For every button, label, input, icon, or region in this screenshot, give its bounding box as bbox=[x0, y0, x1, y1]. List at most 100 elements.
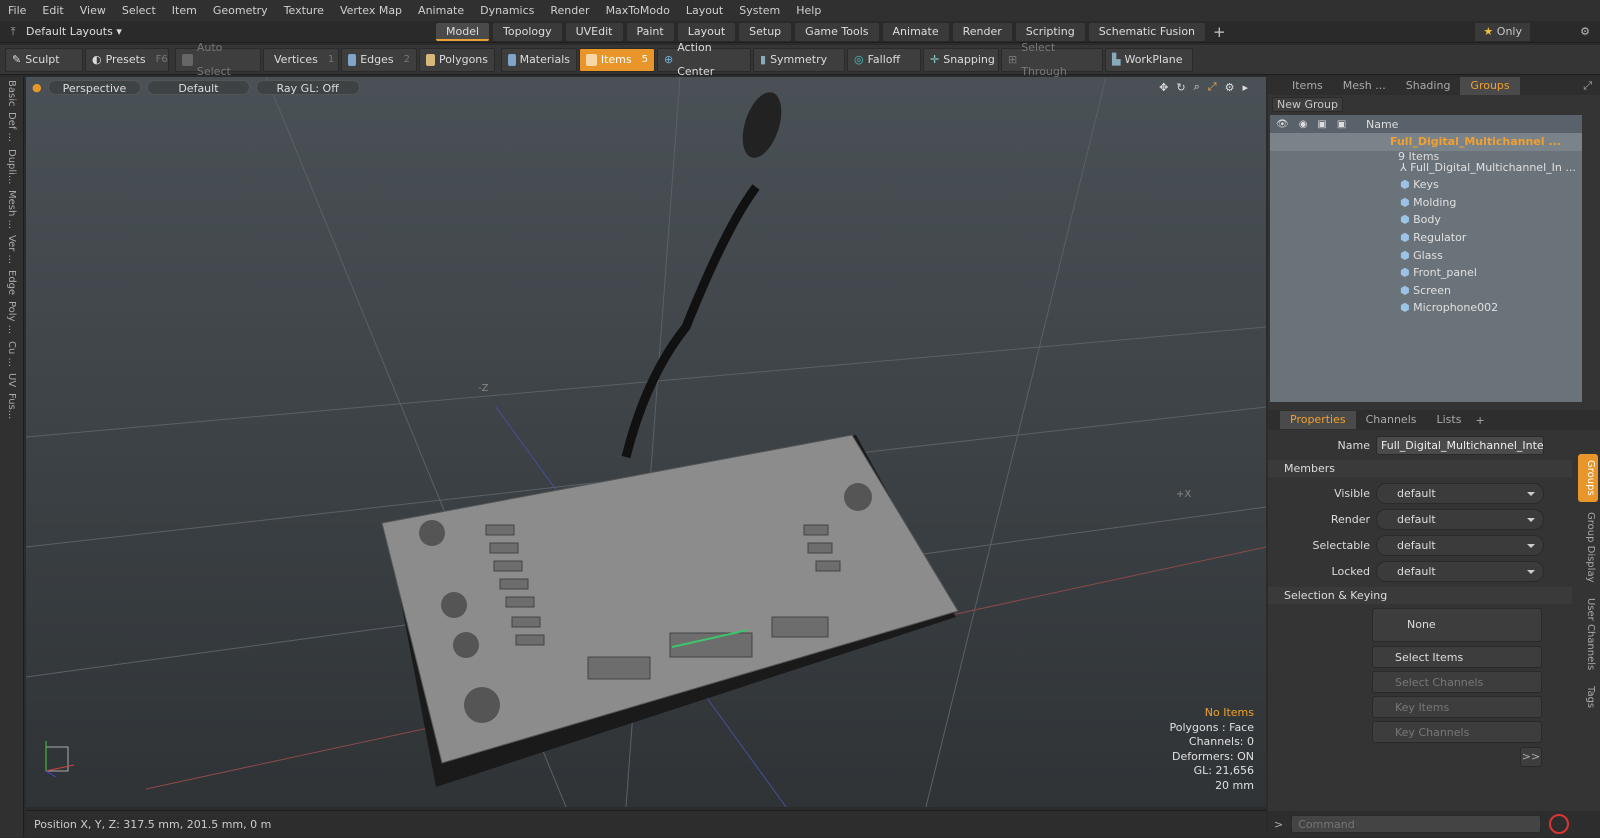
tab-game-tools[interactable]: Game Tools bbox=[795, 22, 879, 41]
selection-keying-section[interactable]: Selection & Keying bbox=[1268, 587, 1572, 604]
tab-animate[interactable]: Animate bbox=[882, 22, 949, 41]
command-input[interactable] bbox=[1291, 815, 1542, 833]
render-dropdown[interactable]: default bbox=[1376, 508, 1544, 530]
tab-model[interactable]: Model bbox=[436, 22, 490, 41]
shading-button[interactable]: Default bbox=[147, 79, 250, 95]
select-items-button[interactable]: Select Items bbox=[1372, 646, 1542, 668]
tab-uvedit[interactable]: UVEdit bbox=[565, 22, 623, 41]
name-field[interactable]: Full_Digital_Multichannel_Interpre bbox=[1376, 435, 1544, 455]
action-center-button[interactable]: ⊕ Action Center bbox=[657, 41, 751, 78]
rotate-icon[interactable]: ↻ bbox=[1176, 81, 1185, 94]
tab-uv[interactable]: UV bbox=[6, 370, 17, 390]
sculpt-button[interactable]: ✎ Sculpt bbox=[5, 47, 83, 72]
tab-properties[interactable]: Properties bbox=[1280, 411, 1356, 429]
tab-mesh[interactable]: Mesh ... bbox=[1333, 77, 1396, 95]
tree-item[interactable]: ⬢ Body bbox=[1270, 211, 1582, 229]
menu-maxtomodo[interactable]: MaxToModo bbox=[598, 0, 678, 21]
vertices-button[interactable]: Vertices 1 bbox=[263, 47, 339, 72]
tab-mesh[interactable]: Mesh ... bbox=[6, 187, 17, 232]
side-tab-user-channels[interactable]: User Channels bbox=[1578, 592, 1598, 676]
select-through-button[interactable]: ⊞ Select Through bbox=[1001, 41, 1103, 78]
tree-item[interactable]: ⬢ Microphone002 bbox=[1270, 299, 1582, 317]
workplane-button[interactable]: ▙ WorkPlane bbox=[1105, 47, 1193, 72]
tab-vertex[interactable]: Ver ... bbox=[6, 232, 17, 267]
tab-topology[interactable]: Topology bbox=[493, 22, 562, 41]
tab-lists[interactable]: Lists bbox=[1427, 411, 1472, 429]
group-row[interactable]: Full_Digital_Multichannel ... 9 Items bbox=[1270, 133, 1582, 162]
visible-dropdown[interactable]: default bbox=[1376, 482, 1544, 504]
side-tab-tags[interactable]: Tags bbox=[1578, 680, 1598, 714]
falloff-button[interactable]: ◎ Falloff bbox=[847, 47, 921, 72]
tab-duplicate[interactable]: Dupli... bbox=[6, 146, 17, 187]
menu-help[interactable]: Help bbox=[788, 0, 829, 21]
more-button[interactable]: >> bbox=[1520, 747, 1542, 767]
materials-button[interactable]: Materials bbox=[501, 47, 577, 72]
menu-vertex-map[interactable]: Vertex Map bbox=[332, 0, 410, 21]
tree-item[interactable]: ⬢ Glass bbox=[1270, 247, 1582, 265]
record-icon[interactable] bbox=[1549, 814, 1570, 834]
tab-schematic-fusion[interactable]: Schematic Fusion bbox=[1088, 22, 1206, 41]
name-column-header[interactable]: Name bbox=[1366, 118, 1398, 131]
tab-shading[interactable]: Shading bbox=[1396, 77, 1461, 95]
tab-edge[interactable]: Edge bbox=[6, 267, 17, 298]
tab-render[interactable]: Render bbox=[952, 22, 1012, 41]
view-type-button[interactable]: Perspective bbox=[47, 79, 142, 95]
key-channels-button[interactable]: Key Channels bbox=[1372, 721, 1542, 743]
edges-button[interactable]: Edges 2 bbox=[341, 47, 417, 72]
maximize-icon[interactable]: ⤢ bbox=[1208, 80, 1217, 94]
tree-item[interactable]: ⬢ Regulator bbox=[1270, 229, 1582, 247]
tab-groups[interactable]: Groups bbox=[1460, 77, 1520, 95]
pan-icon[interactable]: ✥ bbox=[1159, 81, 1168, 94]
raygl-button[interactable]: Ray GL: Off bbox=[255, 79, 360, 95]
viewport-gear-icon[interactable]: ⚙ bbox=[1225, 81, 1235, 94]
presets-button[interactable]: ◐ Presets F6 bbox=[85, 47, 169, 72]
3d-viewport[interactable]: -Z +X ● Perspective Default Ray GL: Off … bbox=[26, 77, 1266, 807]
zoom-icon[interactable]: ⌕ bbox=[1194, 80, 1200, 94]
add-tab-icon[interactable]: + bbox=[1475, 414, 1484, 427]
collapse-icon[interactable]: ⤒ bbox=[0, 25, 26, 39]
tree-item[interactable]: ⬢ Molding bbox=[1270, 194, 1582, 212]
selectable-dropdown[interactable]: default bbox=[1376, 534, 1544, 556]
snapping-button[interactable]: ✛ Snapping bbox=[923, 47, 999, 72]
tree-item[interactable]: ⬢ Front_panel bbox=[1270, 264, 1582, 282]
menu-animate[interactable]: Animate bbox=[410, 0, 472, 21]
tree-item[interactable]: ⅄ Full_Digital_Multichannel_In ... bbox=[1270, 159, 1582, 177]
tab-curve[interactable]: Cu ... bbox=[6, 338, 17, 370]
items-button[interactable]: Items 5 bbox=[579, 47, 655, 72]
symmetry-button[interactable]: ▮ Symmetry bbox=[753, 47, 845, 72]
menu-render[interactable]: Render bbox=[542, 0, 597, 21]
menu-view[interactable]: View bbox=[72, 0, 114, 21]
tab-basic[interactable]: Basic bbox=[6, 77, 17, 109]
tab-items[interactable]: Items bbox=[1282, 77, 1333, 95]
gear-icon[interactable]: ⚙ bbox=[1580, 25, 1590, 38]
tree-item[interactable]: ⬢ Keys bbox=[1270, 176, 1582, 194]
select-channels-button[interactable]: Select Channels bbox=[1372, 671, 1542, 693]
tree-item[interactable]: ⬢ Screen bbox=[1270, 282, 1582, 300]
menu-system[interactable]: System bbox=[731, 0, 788, 21]
members-section[interactable]: Members bbox=[1268, 460, 1572, 477]
new-group-button[interactable]: New Group bbox=[1272, 97, 1343, 112]
polygons-button[interactable]: Polygons bbox=[419, 47, 495, 72]
menu-dynamics[interactable]: Dynamics bbox=[472, 0, 542, 21]
side-tab-groups[interactable]: Groups bbox=[1578, 454, 1598, 502]
menu-geometry[interactable]: Geometry bbox=[205, 0, 276, 21]
tab-deform[interactable]: Def ... bbox=[6, 109, 17, 145]
tab-polygon[interactable]: Poly ... bbox=[6, 298, 17, 337]
viewport-dot-icon[interactable]: ● bbox=[32, 81, 42, 94]
menu-item[interactable]: Item bbox=[164, 0, 205, 21]
menu-texture[interactable]: Texture bbox=[276, 0, 332, 21]
locked-dropdown[interactable]: default bbox=[1376, 560, 1544, 582]
menu-layout[interactable]: Layout bbox=[678, 0, 731, 21]
menu-select[interactable]: Select bbox=[114, 0, 164, 21]
panel-expand-icon[interactable]: ⤢ bbox=[1583, 79, 1592, 93]
tab-paint[interactable]: Paint bbox=[626, 22, 674, 41]
menu-edit[interactable]: Edit bbox=[34, 0, 71, 21]
tab-fusion[interactable]: Fus... bbox=[6, 390, 17, 422]
menu-file[interactable]: File bbox=[0, 0, 34, 21]
add-tab-icon[interactable]: + bbox=[1213, 23, 1226, 41]
key-items-button[interactable]: Key Items bbox=[1372, 696, 1542, 718]
auto-select-button[interactable]: Auto Select bbox=[175, 41, 261, 78]
tab-channels[interactable]: Channels bbox=[1356, 411, 1427, 429]
expand-arrow-icon[interactable]: ▸ bbox=[1242, 81, 1248, 94]
only-toggle[interactable]: ★ Only bbox=[1475, 22, 1530, 41]
